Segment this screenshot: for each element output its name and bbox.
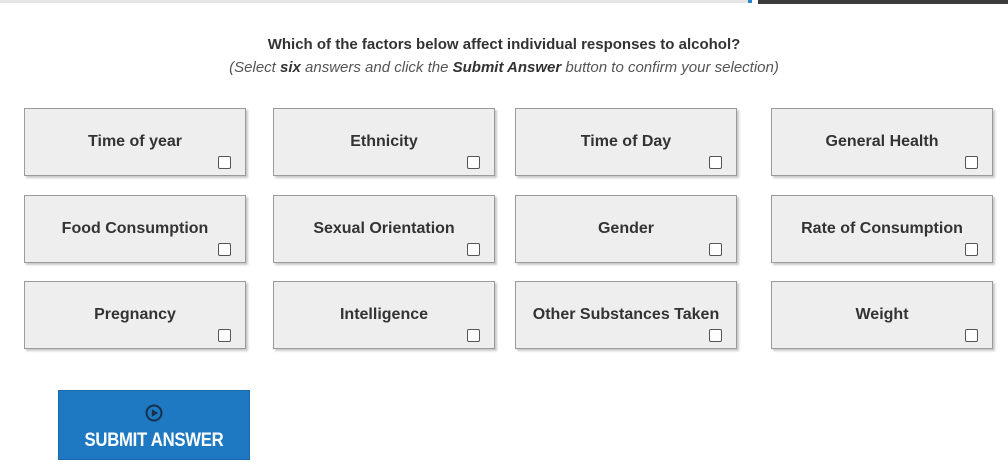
option-pregnancy[interactable]: Pregnancy xyxy=(24,281,246,349)
option-other-substances-taken[interactable]: Other Substances Taken xyxy=(515,281,737,349)
option-label: Weight xyxy=(855,306,909,323)
option-ethnicity[interactable]: Ethnicity xyxy=(273,108,495,176)
option-checkbox[interactable] xyxy=(218,156,231,169)
submit-answer-label: SUBMIT ANSWER xyxy=(84,430,224,451)
option-checkbox[interactable] xyxy=(467,329,480,342)
option-checkbox[interactable] xyxy=(709,329,722,342)
option-sexual-orientation[interactable]: Sexual Orientation xyxy=(273,195,495,263)
option-checkbox[interactable] xyxy=(709,243,722,256)
option-gender[interactable]: Gender xyxy=(515,195,737,263)
option-checkbox[interactable] xyxy=(709,156,722,169)
play-circle-icon xyxy=(145,404,163,422)
option-checkbox[interactable] xyxy=(965,329,978,342)
option-label: General Health xyxy=(825,133,939,150)
option-checkbox[interactable] xyxy=(965,243,978,256)
option-label: Time of Day xyxy=(580,133,672,150)
option-label: Ethnicity xyxy=(350,133,418,150)
option-checkbox[interactable] xyxy=(965,156,978,169)
option-time-of-year[interactable]: Time of year xyxy=(24,108,246,176)
option-checkbox[interactable] xyxy=(218,329,231,342)
option-checkbox[interactable] xyxy=(467,156,480,169)
option-label: Time of year xyxy=(88,133,182,150)
option-checkbox[interactable] xyxy=(467,243,480,256)
option-label: Intelligence xyxy=(339,306,429,323)
option-food-consumption[interactable]: Food Consumption xyxy=(24,195,246,263)
option-label: Sexual Orientation xyxy=(313,220,455,237)
option-rate-of-consumption[interactable]: Rate of Consumption xyxy=(771,195,993,263)
option-checkbox[interactable] xyxy=(218,243,231,256)
option-intelligence[interactable]: Intelligence xyxy=(273,281,495,349)
option-label: Gender xyxy=(597,220,654,237)
option-general-health[interactable]: General Health xyxy=(771,108,993,176)
option-weight[interactable]: Weight xyxy=(771,281,993,349)
option-label: Other Substances Taken xyxy=(532,306,720,323)
submit-answer-button[interactable]: SUBMIT ANSWER xyxy=(58,390,250,460)
option-label: Food Consumption xyxy=(61,220,209,237)
option-label: Pregnancy xyxy=(94,306,176,323)
option-time-of-day[interactable]: Time of Day xyxy=(515,108,737,176)
option-label: Rate of Consumption xyxy=(801,220,963,237)
